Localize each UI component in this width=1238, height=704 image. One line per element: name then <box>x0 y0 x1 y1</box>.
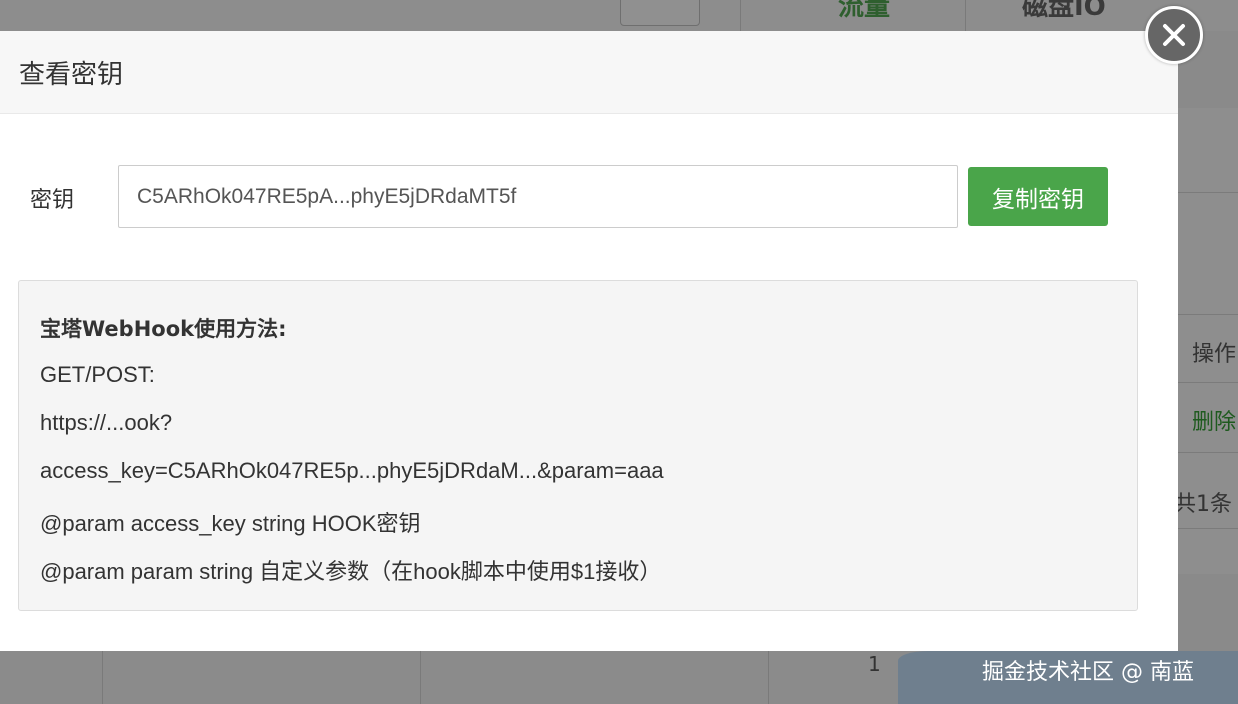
background-column-operation: 操作 <box>1192 342 1237 367</box>
background-page-number: 1 <box>868 652 881 676</box>
key-label: 密钥 <box>30 188 75 213</box>
background-delete-link: 删除 <box>1192 410 1237 435</box>
divider <box>1178 314 1238 315</box>
help-params: access_key=C5ARhOk047RE5p...phyE5jDRdaM.… <box>40 458 664 483</box>
close-dialog-button[interactable] <box>1145 6 1203 64</box>
divider <box>768 651 769 704</box>
divider <box>420 651 421 704</box>
divider <box>1178 452 1238 453</box>
divider <box>102 651 103 704</box>
view-key-dialog: 查看密钥 密钥 复制密钥 宝塔WebHook使用方法: GET/POST: ht… <box>0 31 1178 651</box>
help-url: https://...ook? <box>40 410 173 435</box>
copy-key-button[interactable]: 复制密钥 <box>968 167 1108 226</box>
divider <box>1178 528 1238 529</box>
background-header-disk-io: 磁盘IO <box>1022 0 1106 22</box>
divider <box>740 0 741 31</box>
help-param-custom: @param param string 自定义参数（在hook脚本中使用$1接收… <box>40 559 662 584</box>
divider <box>1178 192 1238 193</box>
background-total-count: 共1条 <box>1174 492 1232 517</box>
divider <box>1178 382 1238 383</box>
divider <box>965 0 966 31</box>
webhook-usage-help: 宝塔WebHook使用方法: GET/POST: https://...ook?… <box>18 280 1138 611</box>
help-param-access-key: @param access_key string HOOK密钥 <box>40 511 421 536</box>
help-method: GET/POST: <box>40 362 155 387</box>
background-button <box>620 0 700 26</box>
key-row: 密钥 复制密钥 <box>0 165 1178 229</box>
help-title: 宝塔WebHook使用方法: <box>40 317 287 341</box>
dialog-header: 查看密钥 <box>0 31 1178 114</box>
watermark: 掘金技术社区 @ 南蓝 <box>982 660 1194 685</box>
background-header-traffic: 流量 <box>838 0 891 22</box>
dialog-title: 查看密钥 <box>19 59 124 90</box>
key-input[interactable] <box>118 165 958 228</box>
close-icon <box>1163 24 1185 46</box>
